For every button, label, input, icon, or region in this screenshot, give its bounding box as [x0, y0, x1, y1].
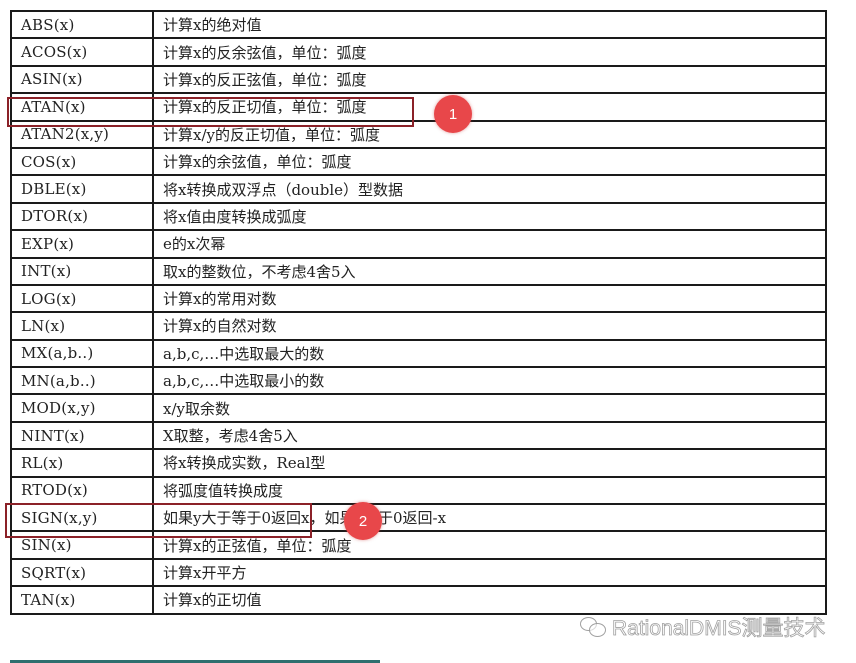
- table-row: RTOD(x) 将弧度值转换成度: [10, 475, 827, 506]
- table-row: ASIN(x) 计算x的反正弦值，单位：弧度: [10, 64, 827, 95]
- table-row: SIN(x) 计算x的正弦值，单位：弧度: [10, 530, 827, 560]
- function-description-cell: 计算x的反正切值，单位：弧度: [152, 92, 827, 122]
- function-name-cell: ATAN2(x,y): [10, 119, 154, 149]
- watermark-text: RationalDMIS测量技术: [612, 617, 826, 641]
- table-row: MN(a,b..) a,b,c,…中选取最小的数: [10, 366, 827, 396]
- table-row: SQRT(x) 计算x开平方: [10, 557, 827, 588]
- table-row: INT(x) 取x的整数位，不考虑4舍5入: [10, 256, 827, 286]
- function-name-cell: NINT(x): [10, 420, 154, 451]
- function-name-cell: ATAN(x): [10, 92, 154, 122]
- table-row: NINT(x) X取整，考虑4舍5入: [10, 420, 827, 451]
- table-row: ABS(x) 计算x的绝对值: [10, 9, 827, 40]
- function-description-cell: 计算x的正切值: [152, 585, 827, 615]
- function-name-cell: SIN(x): [10, 530, 154, 560]
- function-table: ABS(x) 计算x的绝对值 ACOS(x) 计算x的反余弦值，单位：弧度 ASIN(x…: [10, 9, 827, 615]
- annotation-badge-label: 1: [448, 105, 458, 123]
- function-name-cell: DBLE(x): [10, 174, 154, 204]
- table-row: TAN(x) 计算x的正切值: [10, 585, 827, 615]
- table-row: COS(x) 计算x的余弦值，单位：弧度: [10, 146, 827, 177]
- function-name-cell: LN(x): [10, 311, 154, 341]
- function-name-cell: EXP(x): [10, 229, 154, 259]
- function-description-cell: a,b,c,…中选取最大的数: [152, 338, 827, 369]
- function-name-cell: RTOD(x): [10, 475, 154, 506]
- function-name-cell: ASIN(x): [10, 64, 154, 95]
- function-description-cell: 计算x的正弦值，单位：弧度: [152, 530, 827, 560]
- function-description-cell: 取x的整数位，不考虑4舍5入: [152, 256, 827, 286]
- function-name-cell: TAN(x): [10, 585, 154, 615]
- function-name-cell: MX(a,b..): [10, 338, 154, 369]
- table-row: SIGN(x,y) 如果y大于等于0返回x，如果y小于0返回-x: [10, 503, 827, 533]
- table-row: LN(x) 计算x的自然对数: [10, 311, 827, 341]
- function-description-cell: 计算x的绝对值: [152, 9, 827, 40]
- function-name-cell: COS(x): [10, 146, 154, 177]
- function-description-cell: e的x次幂: [152, 229, 827, 259]
- function-name-cell: ABS(x): [10, 9, 154, 40]
- function-description-cell: X取整，考虑4舍5入: [152, 420, 827, 451]
- table-row: EXP(x) e的x次幂: [10, 229, 827, 259]
- function-name-cell: SIGN(x,y): [10, 503, 154, 533]
- function-description-cell: 计算x/y的反正切值，单位：弧度: [152, 119, 827, 149]
- function-description-cell: 如果y大于等于0返回x，如果y小于0返回-x: [152, 503, 827, 533]
- function-name-cell: MOD(x,y): [10, 393, 154, 423]
- watermark: RationalDMIS测量技术: [580, 612, 826, 642]
- function-name-cell: DTOR(x): [10, 201, 154, 232]
- table-row: LOG(x) 计算x的常用对数: [10, 283, 827, 314]
- function-description-cell: 计算x开平方: [152, 557, 827, 588]
- function-description-cell: 将x转换成实数，Real型: [152, 448, 827, 478]
- table-row: DTOR(x) 将x值由度转换成弧度: [10, 201, 827, 232]
- wechat-icon: [580, 617, 606, 637]
- function-description-cell: 将x值由度转换成弧度: [152, 201, 827, 232]
- table-row: ACOS(x) 计算x的反余弦值，单位：弧度: [10, 37, 827, 67]
- function-description-cell: 计算x的反正弦值，单位：弧度: [152, 64, 827, 95]
- table-row: MOD(x,y) x/y取余数: [10, 393, 827, 423]
- table-row: RL(x) 将x转换成实数，Real型: [10, 448, 827, 478]
- function-description-cell: a,b,c,…中选取最小的数: [152, 366, 827, 396]
- table-row: DBLE(x) 将x转换成双浮点（double）型数据: [10, 174, 827, 204]
- function-description-cell: 计算x的常用对数: [152, 283, 827, 314]
- annotation-badge-2: 2: [344, 502, 382, 540]
- function-description-cell: 计算x的余弦值，单位：弧度: [152, 146, 827, 177]
- annotation-badge-1: 1: [434, 95, 472, 133]
- table-row: MX(a,b..) a,b,c,…中选取最大的数: [10, 338, 827, 369]
- function-name-cell: INT(x): [10, 256, 154, 286]
- function-name-cell: RL(x): [10, 448, 154, 478]
- function-name-cell: ACOS(x): [10, 37, 154, 67]
- function-description-cell: x/y取余数: [152, 393, 827, 423]
- function-description-cell: 将x转换成双浮点（double）型数据: [152, 174, 827, 204]
- function-description-cell: 将弧度值转换成度: [152, 475, 827, 506]
- function-description-cell: 计算x的反余弦值，单位：弧度: [152, 37, 827, 67]
- annotation-badge-label: 2: [358, 512, 368, 530]
- function-name-cell: MN(a,b..): [10, 366, 154, 396]
- function-name-cell: LOG(x): [10, 283, 154, 314]
- table-row: ATAN2(x,y) 计算x/y的反正切值，单位：弧度: [10, 119, 827, 149]
- function-table-body: ABS(x) 计算x的绝对值 ACOS(x) 计算x的反余弦值，单位：弧度 ASIN(x…: [10, 9, 827, 615]
- function-description-cell: 计算x的自然对数: [152, 311, 827, 341]
- function-name-cell: SQRT(x): [10, 557, 154, 588]
- table-row: ATAN(x) 计算x的反正切值，单位：弧度: [10, 92, 827, 122]
